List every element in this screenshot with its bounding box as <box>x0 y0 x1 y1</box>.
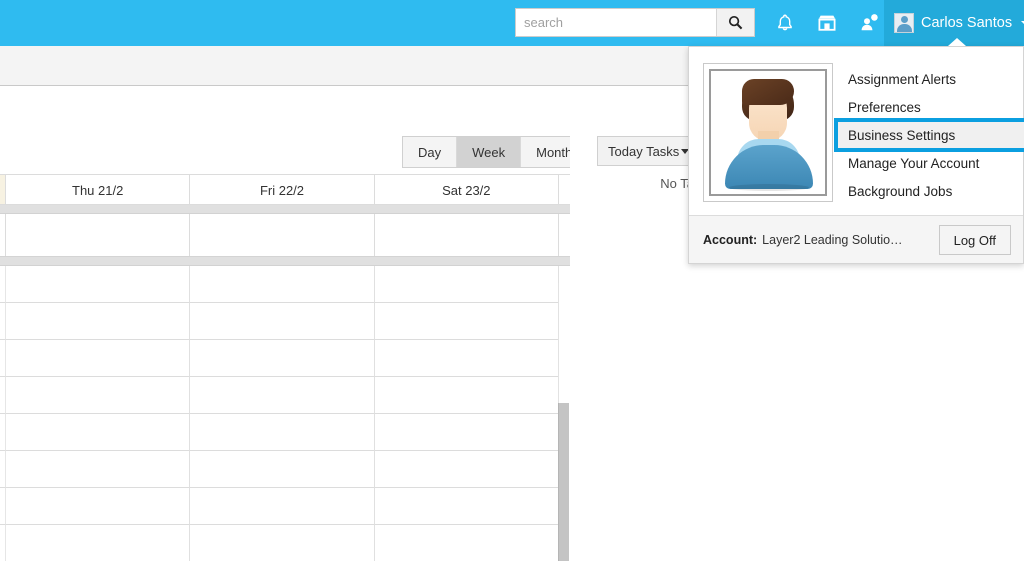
search-input[interactable] <box>516 9 716 36</box>
dropdown-pointer-arrow <box>948 38 966 46</box>
time-slot-cell[interactable] <box>375 451 559 488</box>
avatar-shadow <box>729 184 809 191</box>
view-button-week[interactable]: Week <box>457 137 521 167</box>
calendar-scrollbar-thumb[interactable] <box>558 403 569 561</box>
time-slot-row[interactable] <box>0 303 570 340</box>
all-day-cell[interactable] <box>375 214 559 256</box>
account-footer: Account: Layer2 Leading Solutio… Log Off <box>689 215 1023 263</box>
time-slot-cell[interactable] <box>6 377 190 414</box>
time-slot-row[interactable] <box>0 414 570 451</box>
time-slot-cell[interactable] <box>375 340 559 377</box>
time-slot-cell[interactable] <box>375 414 559 451</box>
menu-item-business-settings[interactable]: Business Settings <box>837 121 1024 149</box>
scrollbar-spacer <box>559 214 570 256</box>
search-button[interactable] <box>716 9 754 36</box>
menu-item-assignment-alerts[interactable]: Assignment Alerts <box>837 65 1023 93</box>
calendar-grid: Thu 21/2 Fri 22/2 Sat 23/2 <box>0 174 570 561</box>
contact-chat-icon[interactable] <box>856 10 882 36</box>
view-button-day[interactable]: Day <box>403 137 457 167</box>
today-tasks-label: Today Tasks <box>608 144 679 159</box>
day-header-thu[interactable]: Thu 21/2 <box>6 175 190 205</box>
today-tasks-button[interactable]: Today Tasks <box>597 136 700 166</box>
time-slot-cell[interactable] <box>375 266 559 303</box>
user-dropdown-panel: Assignment Alerts Preferences Business S… <box>688 46 1024 264</box>
top-header-bar: Carlos Santos <box>0 0 1024 46</box>
time-slot-cell[interactable] <box>6 451 190 488</box>
time-slot-row[interactable] <box>0 340 570 377</box>
time-slot-row[interactable] <box>0 488 570 525</box>
time-slot-cell[interactable] <box>375 377 559 414</box>
avatar-image <box>709 69 827 196</box>
time-slot-cell[interactable] <box>190 451 374 488</box>
time-slot-row[interactable] <box>0 451 570 488</box>
time-slot-cell[interactable] <box>190 340 374 377</box>
all-day-cell[interactable] <box>6 214 190 256</box>
time-slot-cell[interactable] <box>6 414 190 451</box>
menu-item-manage-your-account[interactable]: Manage Your Account <box>837 149 1023 177</box>
user-dropdown-menu: Assignment Alerts Preferences Business S… <box>837 65 1023 205</box>
scrollbar-spacer <box>559 175 570 204</box>
time-slot-cell[interactable] <box>6 525 190 561</box>
time-slot-cell[interactable] <box>190 525 374 561</box>
time-slot-cell[interactable] <box>190 414 374 451</box>
view-button-month[interactable]: Month <box>521 137 570 167</box>
user-name-label: Carlos Santos <box>921 15 1012 31</box>
app-root: Carlos Santos Day Week Month Thu 21/2 Fr… <box>0 0 1024 561</box>
time-slot-row[interactable] <box>0 266 570 303</box>
search-box[interactable] <box>515 8 755 37</box>
time-slot-cell[interactable] <box>190 488 374 525</box>
time-slot-row[interactable] <box>0 377 570 414</box>
time-slot-row[interactable] <box>0 525 570 561</box>
time-slot-cell[interactable] <box>375 488 559 525</box>
account-label: Account: <box>703 233 757 247</box>
time-slot-cell[interactable] <box>190 266 374 303</box>
all-day-cell[interactable] <box>190 214 374 256</box>
day-header-fri[interactable]: Fri 22/2 <box>190 175 374 205</box>
time-slot-cell[interactable] <box>6 488 190 525</box>
calendar-scrollbar-track[interactable] <box>558 283 569 403</box>
time-slot-cell[interactable] <box>6 303 190 340</box>
all-day-band <box>0 205 570 214</box>
avatar-icon <box>894 13 914 33</box>
avatar-fringe <box>742 79 794 105</box>
menu-item-preferences[interactable]: Preferences <box>837 93 1023 121</box>
log-off-button[interactable]: Log Off <box>939 225 1011 255</box>
calendar-day-header-row: Thu 21/2 Fri 22/2 Sat 23/2 <box>0 174 570 205</box>
time-slot-cell[interactable] <box>375 525 559 561</box>
calendar-panel: Day Week Month Thu 21/2 Fri 22/2 Sat 23/… <box>0 87 570 561</box>
day-header-sat[interactable]: Sat 23/2 <box>375 175 559 205</box>
store-icon[interactable] <box>814 10 840 36</box>
menu-item-background-jobs[interactable]: Background Jobs <box>837 177 1023 205</box>
time-slot-container <box>0 266 570 561</box>
all-day-divider <box>0 257 570 266</box>
time-slot-cell[interactable] <box>375 303 559 340</box>
search-icon <box>728 15 743 30</box>
time-slot-cell[interactable] <box>190 377 374 414</box>
calendar-view-switcher: Day Week Month <box>402 136 570 168</box>
time-slot-cell[interactable] <box>6 340 190 377</box>
time-slot-cell[interactable] <box>6 266 190 303</box>
all-day-event-row[interactable] <box>0 214 570 257</box>
header-icon-group <box>772 0 882 46</box>
time-slot-cell[interactable] <box>190 303 374 340</box>
user-dropdown-body: Assignment Alerts Preferences Business S… <box>689 47 1023 217</box>
account-value: Layer2 Leading Solutio… <box>762 233 902 247</box>
avatar <box>703 63 833 202</box>
bell-icon[interactable] <box>772 10 798 36</box>
